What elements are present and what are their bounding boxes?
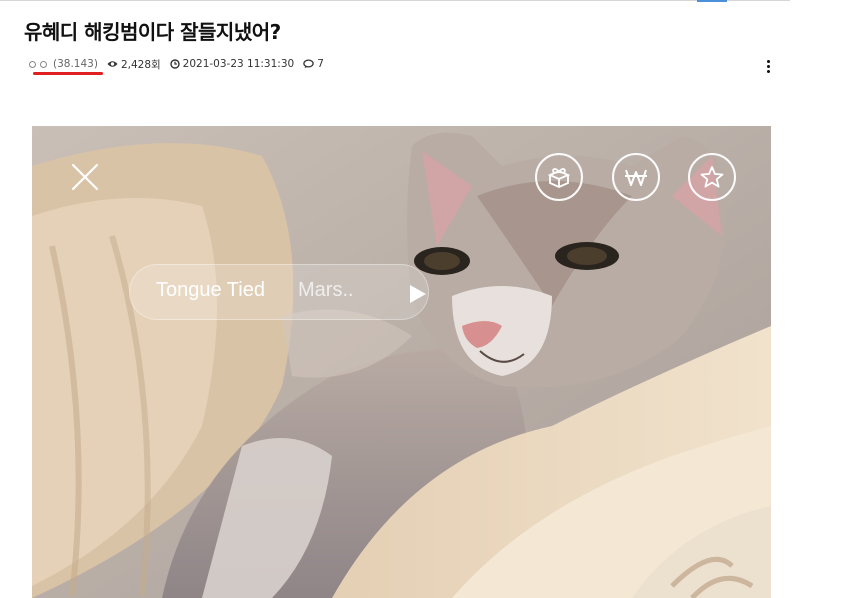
top-accent	[697, 0, 727, 2]
level-dot-icon	[40, 60, 47, 68]
comment-count-text: 7	[317, 58, 324, 70]
gift-button[interactable]	[535, 153, 583, 201]
author-nickname[interactable]: (38.143)	[29, 58, 98, 70]
clock-icon	[169, 59, 180, 69]
level-dot-icon	[29, 60, 36, 68]
cat-photo	[32, 126, 771, 598]
post-title: 유혜디 해킹범이다 잘들지냈어?	[24, 20, 281, 44]
eye-icon	[107, 61, 118, 67]
music-player[interactable]: Tongue Tied Mars..	[129, 264, 429, 320]
more-vertical-icon[interactable]	[764, 60, 772, 76]
song-artist: Mars..	[298, 279, 354, 301]
comment-icon	[303, 59, 314, 69]
star-icon	[700, 166, 724, 188]
top-border	[0, 0, 790, 1]
close-icon[interactable]	[70, 162, 100, 192]
donate-button[interactable]	[612, 153, 660, 201]
play-icon[interactable]	[409, 284, 427, 304]
won-icon	[625, 169, 647, 186]
author-score: (38.143)	[53, 58, 98, 70]
post-meta: (38.143) 2,428회 2021-03-23 11:31:30 7	[29, 57, 324, 71]
comment-count[interactable]: 7	[303, 58, 324, 70]
view-count: 2,428회	[107, 57, 161, 72]
favorite-button[interactable]	[688, 153, 736, 201]
post-datetime: 2021-03-23 11:31:30	[169, 58, 295, 70]
post-image: Tongue Tied Mars..	[32, 126, 771, 598]
datetime-text: 2021-03-23 11:31:30	[182, 58, 295, 70]
red-underline-mark	[33, 72, 103, 75]
song-title: Tongue Tied	[156, 279, 265, 301]
view-count-text: 2,428회	[120, 58, 161, 71]
gift-icon	[547, 168, 571, 188]
